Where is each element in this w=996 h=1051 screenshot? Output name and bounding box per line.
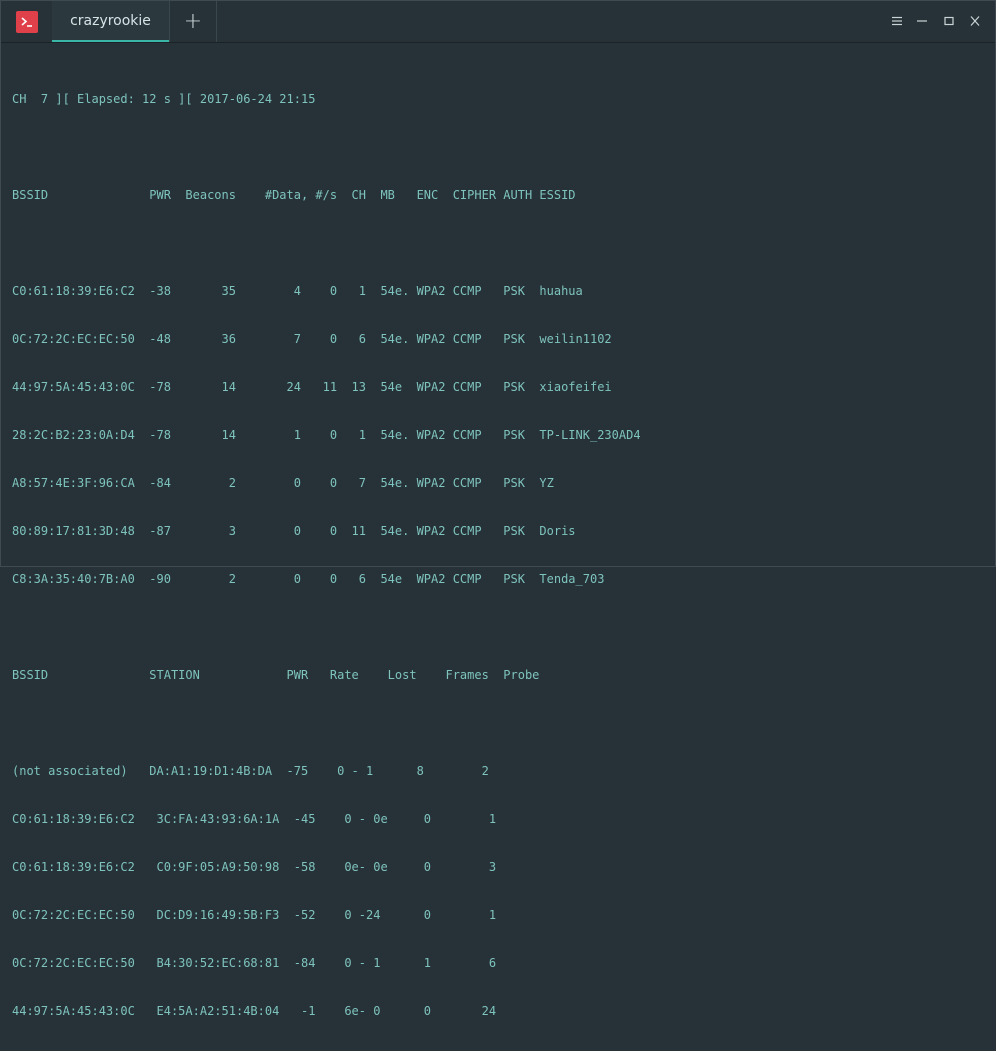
station-row: 0C:72:2C:EC:EC:50 DC:D9:16:49:5B:F3 -52 …	[12, 908, 497, 922]
station-row: 44:97:5A:45:43:0C E4:5A:A2:51:4B:04 -1 6…	[12, 1004, 497, 1018]
status-line: CH 7 ][ Elapsed: 12 s ][ 2017-06-24 21:1…	[12, 92, 316, 106]
ap-row: C0:61:18:39:E6:C2 -38 35 4 0 1 54e. WPA2…	[12, 284, 583, 298]
ap-row: 28:2C:B2:23:0A:D4 -78 14 1 0 1 54e. WPA2…	[12, 428, 641, 442]
station-row: 0C:72:2C:EC:EC:50 B4:30:52:EC:68:81 -84 …	[12, 956, 497, 970]
tab-crazyrookie[interactable]: crazyrookie	[52, 1, 169, 42]
terminal-app-icon	[16, 11, 38, 33]
ap-row: C8:3A:35:40:7B:A0 -90 2 0 0 6 54e WPA2 C…	[12, 572, 605, 586]
close-icon[interactable]	[965, 11, 985, 31]
terminal-window: crazyrookie + CH 7][Elapsed: 12 s][2…	[0, 0, 996, 1018]
station-row: C0:61:18:39:E6:C2 C0:9F:05:A9:50:98 -58 …	[12, 860, 497, 874]
tab-label: crazyrookie	[70, 12, 151, 29]
ap-row: A8:57:4E:3F:96:CA -84 2 0 0 7 54e. WPA2 …	[12, 476, 554, 490]
station-row: C0:61:18:39:E6:C2 3C:FA:43:93:6A:1A -45 …	[12, 812, 497, 826]
title-bar: crazyrookie +	[1, 1, 995, 43]
station-table-header: BSSID STATION PWR Rate Lost Frames Probe	[12, 668, 540, 682]
plus-icon: +	[183, 9, 203, 34]
station-row: (not associated) DA:A1:19:D1:4B:DA -75 0…	[12, 764, 489, 778]
new-tab-button[interactable]: +	[169, 1, 217, 42]
ap-row: 80:89:17:81:3D:48 -87 3 0 0 11 54e. WPA2…	[12, 524, 576, 538]
menu-icon[interactable]	[887, 11, 907, 31]
maximize-icon[interactable]	[939, 11, 959, 31]
ap-row: 44:97:5A:45:43:0C -78 14 24 11 13 54e WP…	[12, 380, 612, 394]
terminal-output[interactable]: CH 7 ][ Elapsed: 12 s ][ 2017-06-24 21:1…	[12, 59, 995, 1051]
minimize-icon[interactable]	[912, 11, 932, 31]
ap-table-header: BSSID PWR Beacons #Data, #/s CH MB ENC C…	[12, 188, 576, 202]
ap-row: 0C:72:2C:EC:EC:50 -48 36 7 0 6 54e. WPA2…	[12, 332, 612, 346]
